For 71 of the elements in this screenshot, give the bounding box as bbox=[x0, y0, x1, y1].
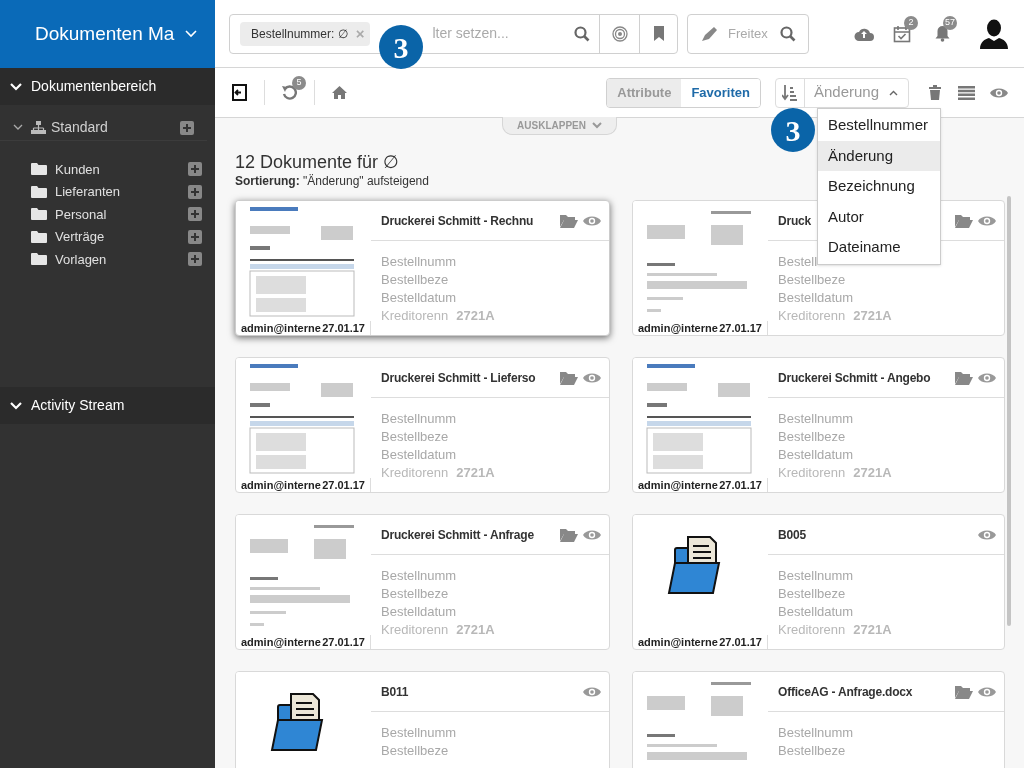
document-date: 27.01.17 bbox=[322, 477, 365, 492]
folder-label: Vorlagen bbox=[55, 250, 107, 269]
field-label: Bestellbeze bbox=[778, 742, 846, 760]
document-title: B005 bbox=[778, 526, 806, 544]
document-title: Druckerei Schmitt - Rechnu bbox=[381, 212, 534, 230]
field-value: 2721A bbox=[456, 464, 495, 482]
folder-label: Lieferanten bbox=[55, 183, 121, 201]
field-label: Bestelldatum bbox=[381, 289, 457, 307]
author-name: admin@interne bbox=[241, 634, 321, 649]
author-name: admin@interne bbox=[241, 477, 321, 492]
document-title: Druckerei Schmitt - Angebo bbox=[778, 369, 931, 387]
field-label: Kreditorenn bbox=[778, 307, 846, 325]
document-date: 27.01.17 bbox=[719, 477, 762, 492]
folder-label: Personal bbox=[55, 205, 107, 224]
field-label: Bestelldatum bbox=[778, 446, 854, 464]
field-label: Bestelldatum bbox=[778, 289, 854, 307]
app-title: Dokumenten Ma bbox=[35, 21, 176, 46]
field-label: Kreditorenn bbox=[778, 621, 846, 639]
author-name: admin@interne bbox=[638, 320, 718, 335]
field-label: Bestellnumm bbox=[778, 724, 854, 742]
author-name: admin@interne bbox=[638, 477, 718, 492]
field-label: Bestelldatum bbox=[381, 446, 457, 464]
document-title: Druckerei Schmitt - Lieferso bbox=[381, 369, 536, 387]
author-name: admin@interne bbox=[241, 320, 321, 335]
document-date: 27.01.17 bbox=[719, 634, 762, 649]
field-label: Bestellbeze bbox=[381, 271, 449, 289]
result-heading: 12 Dokumente für ∅ bbox=[235, 151, 400, 173]
field-label: Bestellbeze bbox=[778, 585, 846, 603]
field-label: Kreditorenn bbox=[381, 307, 449, 325]
field-label: Bestellnumm bbox=[381, 567, 457, 585]
sort-description: Sortierung: "Änderung" aufsteigend bbox=[235, 173, 429, 189]
document-date: 27.01.17 bbox=[322, 634, 365, 649]
field-label: Bestellbeze bbox=[381, 428, 449, 446]
section-title: Dokumentenbereich bbox=[31, 77, 157, 96]
field-label: Bestellbeze bbox=[778, 428, 846, 446]
field-label: Bestellbeze bbox=[778, 271, 846, 289]
folder-label: Kunden bbox=[55, 160, 100, 179]
document-date: 27.01.17 bbox=[719, 320, 762, 335]
document-title: OfficeAG - Anfrage.docx bbox=[778, 683, 913, 701]
field-label: Bestelldatum bbox=[778, 603, 854, 621]
field-value: 2721A bbox=[853, 621, 892, 639]
count-badge: 57 bbox=[943, 16, 957, 30]
document-title: Druckerei Schmitt - Anfrage bbox=[381, 526, 534, 544]
field-label: Kreditorenn bbox=[381, 464, 449, 482]
field-label: Bestellnumm bbox=[778, 410, 854, 428]
field-value: 2721A bbox=[853, 307, 892, 325]
count-badge: 2 bbox=[904, 15, 918, 30]
document-title: Druck bbox=[778, 212, 811, 230]
field-label: Kreditorenn bbox=[778, 464, 846, 482]
field-label: Bestelldatum bbox=[381, 603, 457, 621]
field-label: Bestellnumm bbox=[778, 567, 854, 585]
sort-value: Änderung bbox=[812, 82, 879, 103]
field-value: 2721A bbox=[456, 621, 495, 639]
section-title: Activity Stream bbox=[31, 396, 125, 415]
document-title: B011 bbox=[381, 683, 409, 701]
document-date: 27.01.17 bbox=[322, 320, 365, 335]
author-name: admin@interne bbox=[638, 634, 718, 649]
field-label: Bestell bbox=[778, 253, 818, 271]
field-label: Bestellnumm bbox=[381, 410, 457, 428]
count-badge: 5 bbox=[292, 76, 306, 90]
field-label: Bestellnumm bbox=[381, 724, 457, 742]
field-value: 2721A bbox=[456, 307, 495, 325]
field-label: Bestellnumm bbox=[381, 253, 457, 271]
field-label: Bestellbeze bbox=[381, 742, 449, 760]
folder-label: Verträge bbox=[55, 228, 105, 246]
field-value: 2721A bbox=[853, 464, 892, 482]
field-label: Kreditorenn bbox=[381, 621, 449, 639]
step-badge: 3 bbox=[771, 108, 815, 152]
tree-label: Standard bbox=[51, 118, 108, 137]
chip-label: Bestellnummer: ∅ bbox=[251, 25, 348, 43]
field-label: Bestellbeze bbox=[381, 585, 449, 603]
